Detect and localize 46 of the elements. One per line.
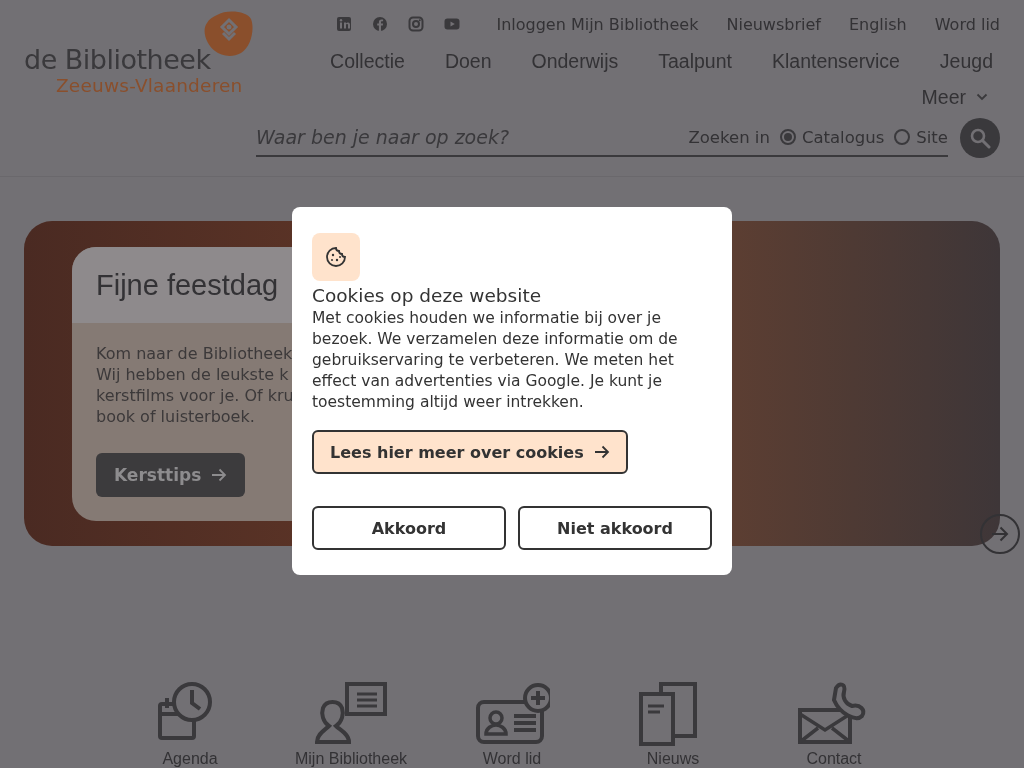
- arrow-right-icon: [211, 468, 228, 482]
- nav-link[interactable]: Doen: [444, 49, 492, 73]
- nav-link[interactable]: Klantenservice: [771, 49, 900, 73]
- quick-link[interactable]: Word lid: [431, 680, 593, 768]
- chevron-down-icon[interactable]: [976, 93, 988, 101]
- quick-link[interactable]: Nieuws: [592, 680, 754, 768]
- person-speech-icon: [313, 680, 389, 746]
- nav-link[interactable]: Taalpunt: [658, 49, 732, 73]
- nav-link[interactable]: Onderwijs: [531, 49, 619, 73]
- youtube-icon[interactable]: [444, 16, 461, 32]
- dialog-title: Cookies op deze website: [312, 285, 543, 306]
- cookie-icon: [325, 246, 347, 268]
- top-link[interactable]: Word lid: [934, 14, 1000, 34]
- nav-link[interactable]: Collectie: [330, 49, 405, 73]
- search-field[interactable]: Waar ben je naar op zoek? Zoeken in Catalogus Site: [256, 119, 948, 157]
- top-link[interactable]: Inloggen Mijn Bibliotheek: [496, 14, 699, 34]
- consent-button[interactable]: Akkoord: [312, 506, 506, 550]
- scope-radio[interactable]: Site: [894, 127, 948, 147]
- consent-button[interactable]: Niet akkoord: [518, 506, 712, 550]
- dialog-text: Met cookies houden we informatie bij over je bezoek. We verzamelen deze informatie om de gebruikservaring te verbeteren. We meten het effect van advertenties via Google. Je kunt je toestemming altijd weer intrekken.: [312, 308, 679, 413]
- quick-link[interactable]: Mijn Bibliotheek: [270, 680, 432, 768]
- facebook-icon[interactable]: [372, 16, 389, 32]
- hero-text-line: kerstfilms voor je. Of kru: [96, 385, 295, 406]
- top-link[interactable]: English: [848, 14, 907, 34]
- kersttips-button[interactable]: Kersttips: [96, 453, 246, 497]
- scope-radio[interactable]: Catalogus: [779, 127, 885, 147]
- top-link[interactable]: Nieuwsbrief: [726, 14, 821, 34]
- hero-title: Fijne feestdag: [96, 268, 279, 302]
- linkedin-icon[interactable]: [336, 16, 353, 32]
- id-card-plus-icon: [474, 680, 550, 746]
- next-slide-button[interactable]: [980, 514, 1020, 554]
- quick-link[interactable]: Agenda: [109, 680, 271, 768]
- nav-link[interactable]: Jeugd: [939, 49, 993, 73]
- cookie-info-button[interactable]: Lees hier meer over cookies: [312, 430, 628, 474]
- hero-text-line: Kom naar de Bibliotheek: [96, 343, 294, 364]
- more-menu[interactable]: Meer: [921, 85, 966, 109]
- quick-link[interactable]: Contact: [753, 680, 915, 768]
- arrow-right-icon: [990, 525, 1010, 543]
- search-scope-label: Zoeken in: [688, 127, 770, 147]
- logo-title[interactable]: de Bibliotheek: [24, 45, 211, 75]
- hero-text-line: book of luisterboek.: [96, 406, 256, 427]
- hero-text-line: Wij hebben de leukste k: [96, 364, 290, 385]
- search-button[interactable]: [960, 118, 1000, 158]
- arrow-right-icon: [593, 445, 610, 459]
- search-icon: [969, 127, 991, 149]
- instagram-icon[interactable]: [408, 16, 425, 32]
